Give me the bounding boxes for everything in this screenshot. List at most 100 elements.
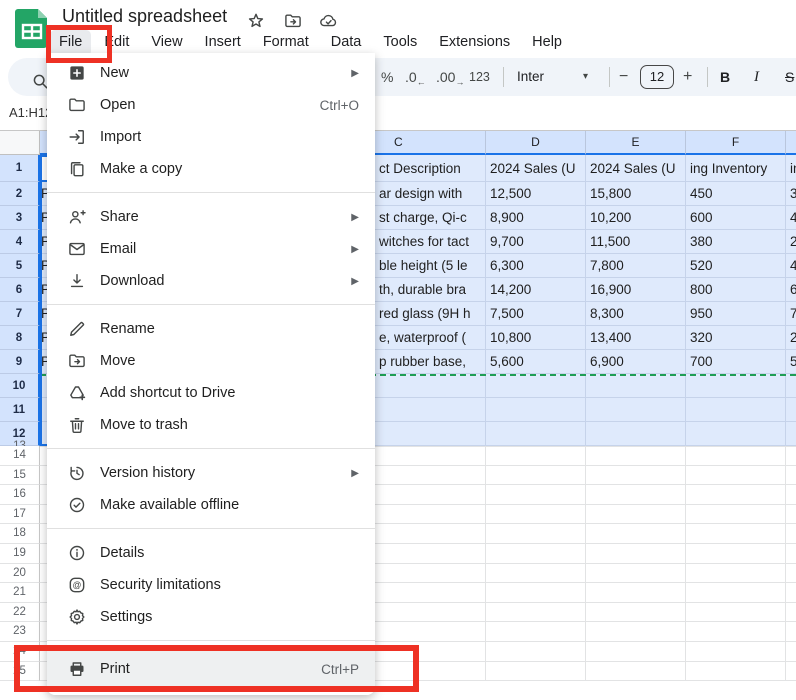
menu-item-settings[interactable]: Settings [47, 601, 375, 633]
select-all-corner[interactable] [0, 131, 40, 155]
increase-decimal-button[interactable]: .00→ [436, 58, 463, 96]
cell-E24[interactable] [586, 642, 686, 662]
column-header-C[interactable]: C [375, 131, 486, 155]
cell-C11[interactable] [375, 398, 486, 422]
cell-C23[interactable] [375, 622, 486, 642]
menu-item-security-limitations[interactable]: @Security limitations [47, 569, 375, 601]
cell-A5[interactable]: P [40, 254, 47, 278]
font-size-input[interactable]: 12 [640, 65, 674, 89]
cell-C17[interactable] [375, 505, 486, 525]
cell-A9[interactable]: P [40, 350, 47, 374]
row-header-3[interactable]: 3 [0, 206, 40, 230]
cell-D14[interactable] [486, 446, 586, 466]
cell-D19[interactable] [486, 544, 586, 564]
cell-C10[interactable] [375, 374, 486, 398]
cell-D23[interactable] [486, 622, 586, 642]
cloud-check-icon[interactable] [318, 11, 338, 31]
cell-C20[interactable] [375, 564, 486, 584]
cell-D16[interactable] [486, 485, 586, 505]
cell-E18[interactable] [586, 524, 686, 544]
cell-G8[interactable]: 2 [786, 326, 796, 350]
menu-item-download[interactable]: Download▶ [47, 265, 375, 297]
cell-A16[interactable] [40, 485, 47, 505]
decrease-decimal-button[interactable]: .0← [405, 58, 425, 96]
cell-E5[interactable]: 7,800 [586, 254, 686, 278]
cell-G20[interactable] [786, 564, 796, 584]
cell-A10[interactable] [40, 374, 47, 398]
cell-D15[interactable] [486, 466, 586, 486]
row-header-15[interactable]: 15 [0, 466, 40, 486]
row-header-19[interactable]: 19 [0, 544, 40, 564]
cell-C8[interactable]: e, waterproof ( [375, 326, 486, 350]
cell-G19[interactable] [786, 544, 796, 564]
row-header-17[interactable]: 17 [0, 505, 40, 525]
cell-F15[interactable] [686, 466, 786, 486]
cell-G4[interactable]: 2 [786, 230, 796, 254]
cell-C9[interactable]: p rubber base, [375, 350, 486, 374]
cell-A18[interactable] [40, 524, 47, 544]
menu-item-email[interactable]: Email▶ [47, 233, 375, 265]
strikethrough-button[interactable]: S [785, 58, 794, 96]
menu-item-print[interactable]: PrintCtrl+P [47, 649, 375, 689]
cell-D10[interactable] [486, 374, 586, 398]
cell-G11[interactable] [786, 398, 796, 422]
row-header-6[interactable]: 6 [0, 278, 40, 302]
cell-G22[interactable] [786, 603, 796, 623]
cell-A15[interactable] [40, 466, 47, 486]
document-title[interactable]: Untitled spreadsheet [62, 6, 227, 27]
cell-D2[interactable]: 12,500 [486, 182, 586, 206]
cell-D4[interactable]: 9,700 [486, 230, 586, 254]
chevron-down-icon[interactable]: ▾ [583, 58, 588, 96]
cell-D18[interactable] [486, 524, 586, 544]
cell-G2[interactable]: 3 [786, 182, 796, 206]
menu-item-version-history[interactable]: Version history▶ [47, 457, 375, 489]
cell-E8[interactable]: 13,400 [586, 326, 686, 350]
cell-A6[interactable]: P [40, 278, 47, 302]
cell-G1[interactable]: in [786, 155, 796, 182]
cell-D7[interactable]: 7,500 [486, 302, 586, 326]
cell-E22[interactable] [586, 603, 686, 623]
cell-G7[interactable]: 7 [786, 302, 796, 326]
row-header-20[interactable]: 20 [0, 564, 40, 584]
cell-C19[interactable] [375, 544, 486, 564]
menu-item-open[interactable]: OpenCtrl+O [47, 89, 375, 121]
cell-D24[interactable] [486, 642, 586, 662]
cell-E20[interactable] [586, 564, 686, 584]
row-header-11[interactable]: 11 [0, 398, 40, 422]
row-header-14[interactable]: 14 [0, 446, 40, 466]
row-header-4[interactable]: 4 [0, 230, 40, 254]
menubar-item-tools[interactable]: Tools [374, 30, 426, 56]
cell-E23[interactable] [586, 622, 686, 642]
row-header-8[interactable]: 8 [0, 326, 40, 350]
cell-G12[interactable] [786, 422, 796, 446]
cell-D21[interactable] [486, 583, 586, 603]
cell-G25[interactable] [786, 662, 796, 682]
cell-C18[interactable] [375, 524, 486, 544]
cell-E9[interactable]: 6,900 [586, 350, 686, 374]
cell-F10[interactable] [686, 374, 786, 398]
row-header-16[interactable]: 16 [0, 485, 40, 505]
cell-A14[interactable] [40, 446, 47, 466]
cell-C14[interactable] [375, 446, 486, 466]
cell-C7[interactable]: red glass (9H h [375, 302, 486, 326]
cell-F3[interactable]: 600 [686, 206, 786, 230]
column-header-A[interactable] [40, 131, 47, 155]
cell-F5[interactable]: 520 [686, 254, 786, 278]
cell-E4[interactable]: 11,500 [586, 230, 686, 254]
cell-G23[interactable] [786, 622, 796, 642]
cell-G3[interactable]: 4 [786, 206, 796, 230]
cell-A11[interactable] [40, 398, 47, 422]
cell-F20[interactable] [686, 564, 786, 584]
cell-F19[interactable] [686, 544, 786, 564]
row-header-24[interactable]: 24 [0, 642, 40, 662]
row-header-2[interactable]: 2 [0, 182, 40, 206]
cell-E3[interactable]: 10,200 [586, 206, 686, 230]
cell-D5[interactable]: 6,300 [486, 254, 586, 278]
row-header-5[interactable]: 5 [0, 254, 40, 278]
cell-A25[interactable] [40, 662, 47, 682]
cell-D25[interactable] [486, 662, 586, 682]
move-folder-icon[interactable] [283, 11, 303, 31]
cell-G16[interactable] [786, 485, 796, 505]
cell-D22[interactable] [486, 603, 586, 623]
cell-E14[interactable] [586, 446, 686, 466]
